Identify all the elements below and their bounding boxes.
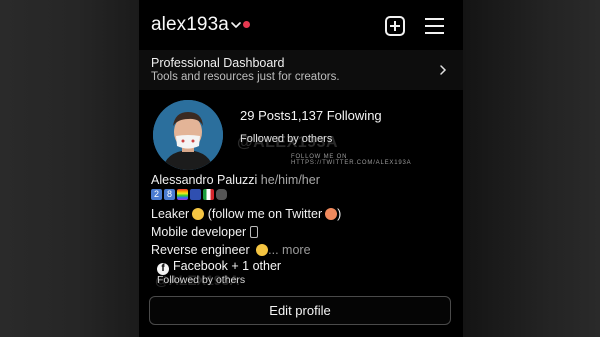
edit-profile-button[interactable]: Edit profile — [149, 296, 451, 325]
professional-dashboard-row[interactable]: Professional Dashboard Tools and resourc… — [139, 50, 463, 90]
keycap-8-icon: 8 — [164, 189, 175, 200]
italy-flag-icon — [203, 189, 214, 200]
dashboard-subtitle: Tools and resources just for creators. — [151, 71, 340, 83]
smiling-hearts-face-icon — [325, 208, 338, 220]
background-left-panel — [0, 0, 139, 337]
bio-line-2: Mobile developer — [151, 225, 259, 239]
notification-dot — [243, 21, 250, 28]
eu-flag-icon — [190, 189, 201, 200]
pronouns: he/him/her — [260, 173, 320, 187]
following-count[interactable]: 1,137 Following — [291, 108, 382, 123]
watermark-follow-text: FOLLOW ME ON HTTPS://TWITTER.COM/ALEX193… — [291, 154, 412, 166]
posts-count[interactable]: 29 Posts — [240, 108, 291, 123]
mobile-phone-icon — [250, 226, 259, 238]
game-controller-icon — [216, 189, 227, 200]
dashboard-title: Professional Dashboard — [151, 56, 285, 70]
sunglasses-face-icon — [256, 244, 269, 256]
chevron-down-icon[interactable] — [229, 18, 243, 32]
shushing-face-icon — [192, 208, 205, 220]
keycap-2-icon: 2 — [151, 189, 162, 200]
rainbow-flag-icon — [177, 189, 188, 200]
hamburger-menu-icon[interactable] — [425, 17, 445, 35]
profile-screen: alex193a Professional Dashboard Tools an… — [139, 0, 463, 337]
bio-line-3: Reverse engineer ... more — [151, 243, 311, 257]
background-right-panel — [463, 0, 600, 337]
profile-stats[interactable]: 29 Posts1,137 Following — [240, 108, 382, 123]
followed-by-text-2[interactable]: Followed by others — [157, 274, 245, 286]
name-line: Alessandro Paluzzi he/him/her — [151, 173, 320, 187]
followed-by-text[interactable]: Followed by others — [240, 133, 332, 145]
display-name: Alessandro Paluzzi — [151, 173, 258, 187]
create-post-button[interactable] — [385, 16, 405, 36]
bio-line-1: Leaker (follow me on Twitter) — [151, 207, 342, 221]
emoji-badges: 28 — [151, 189, 229, 202]
top-bar: alex193a — [139, 0, 463, 50]
chevron-right-icon — [440, 65, 447, 75]
profile-avatar[interactable] — [153, 100, 223, 170]
bio-more-link[interactable]: ... more — [268, 243, 310, 257]
username-switcher[interactable]: alex193a — [151, 14, 229, 36]
